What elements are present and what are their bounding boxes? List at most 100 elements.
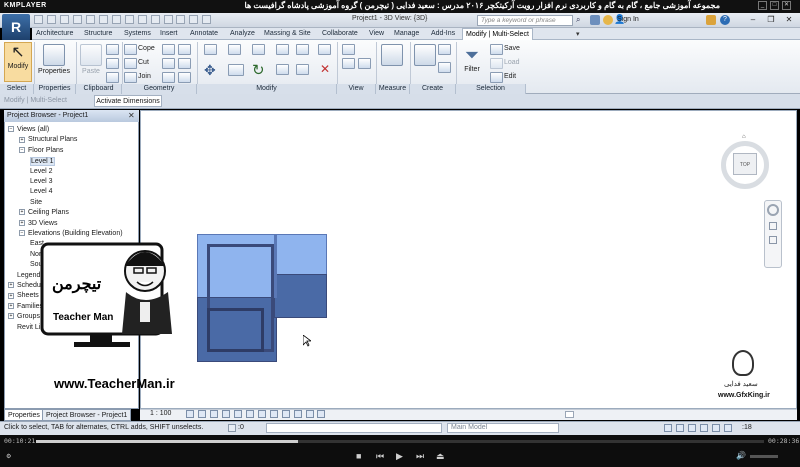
binoculars-icon[interactable]: ⌕ xyxy=(576,15,580,25)
player-prev-icon[interactable]: ⏮ xyxy=(376,451,384,462)
create-assembly-icon[interactable] xyxy=(438,44,451,55)
ribbon-minimize-icon[interactable]: ▾ xyxy=(576,30,580,38)
zoom-region-icon[interactable] xyxy=(769,236,777,244)
save-selection-label[interactable]: Save xyxy=(504,45,520,52)
move-icon[interactable]: ✥ xyxy=(204,62,216,79)
measure-icon[interactable] xyxy=(98,15,108,24)
cut-geometry-icon[interactable] xyxy=(124,58,137,69)
modify-button[interactable]: ↖ Modify xyxy=(4,42,32,82)
exchange-apps-icon[interactable] xyxy=(706,15,716,25)
expand-icon[interactable]: + xyxy=(8,302,14,309)
reveal-hidden-icon[interactable] xyxy=(269,410,278,418)
switch-windows-icon[interactable] xyxy=(202,15,212,24)
tab-view[interactable]: View xyxy=(369,28,384,40)
analytical-model-icon[interactable] xyxy=(293,410,302,418)
properties-button[interactable]: Properties xyxy=(38,44,70,75)
cut-clipboard-icon[interactable] xyxy=(106,44,119,55)
detail-level-icon[interactable] xyxy=(186,410,194,418)
save-icon[interactable] xyxy=(46,15,56,24)
cut-label[interactable]: Cut xyxy=(138,59,149,66)
demolish-icon[interactable] xyxy=(162,72,175,83)
select-links-icon[interactable] xyxy=(664,424,672,432)
search-input[interactable]: Type a keyword or phrase xyxy=(477,15,573,26)
text-icon[interactable] xyxy=(137,15,147,24)
measure-button[interactable] xyxy=(380,44,404,68)
expand-icon[interactable]: + xyxy=(19,136,25,143)
copy-clipboard-icon[interactable] xyxy=(106,58,119,69)
reveal-constraints-icon[interactable] xyxy=(317,410,326,418)
expand-icon[interactable]: + xyxy=(8,282,14,289)
tab-project-browser[interactable]: Project Browser - Project1 xyxy=(42,409,132,421)
tree-item[interactable]: + Structural Plans xyxy=(19,136,77,143)
shadows-icon[interactable] xyxy=(221,410,230,418)
offset-icon[interactable] xyxy=(228,44,241,55)
split-face-icon[interactable] xyxy=(178,44,191,55)
align-icon[interactable] xyxy=(204,44,217,55)
player-settings-icon[interactable]: ⚙ xyxy=(6,453,11,460)
join-icon[interactable] xyxy=(124,72,137,83)
communication-icon[interactable] xyxy=(603,15,613,25)
tab-manage[interactable]: Manage xyxy=(394,28,419,40)
sign-in-button[interactable]: Sign In xyxy=(617,16,639,23)
panel-select[interactable]: Select xyxy=(0,84,34,94)
paste-button[interactable]: Paste xyxy=(80,44,102,75)
load-selection-icon[interactable] xyxy=(490,58,503,69)
tree-item[interactable]: + Families xyxy=(8,303,43,310)
edit-selection-icon[interactable] xyxy=(490,72,503,83)
print-icon[interactable] xyxy=(85,15,95,24)
zoom-icon[interactable] xyxy=(769,222,777,230)
sun-path-icon[interactable] xyxy=(209,410,218,418)
3d-view-icon[interactable] xyxy=(150,15,160,24)
cope-icon[interactable] xyxy=(124,44,137,55)
collapse-icon[interactable]: − xyxy=(8,126,14,133)
player-close-icon[interactable]: ✕ xyxy=(782,1,791,10)
mirror-axis-icon[interactable] xyxy=(252,44,265,55)
expand-icon[interactable]: + xyxy=(8,313,14,320)
crop-view-icon[interactable] xyxy=(233,410,242,418)
tree-item[interactable]: Level 2 xyxy=(30,168,53,175)
visual-style-icon[interactable] xyxy=(197,410,206,418)
show-crop-icon[interactable] xyxy=(245,410,254,418)
tree-item[interactable]: Site xyxy=(30,199,42,206)
player-minimize-icon[interactable]: _ xyxy=(758,1,767,10)
player-play-icon[interactable]: ▶ xyxy=(396,451,403,462)
tab-add-ins[interactable]: Add-Ins xyxy=(431,28,455,40)
drag-elements-icon[interactable] xyxy=(711,424,720,432)
tree-item[interactable]: Level 1 xyxy=(30,157,55,167)
thin-lines-icon[interactable] xyxy=(176,15,186,24)
scrollbar-thumb[interactable] xyxy=(565,411,574,418)
worksets-icon[interactable] xyxy=(228,424,236,432)
filter-status-icon[interactable] xyxy=(723,424,732,432)
tab-systems[interactable]: Systems xyxy=(124,28,151,40)
tree-item[interactable]: Level 4 xyxy=(30,188,53,195)
wall-outline-bottom[interactable] xyxy=(207,308,264,352)
player-stop-icon[interactable]: ■ xyxy=(356,451,361,461)
tree-item[interactable]: − Floor Plans xyxy=(19,147,63,154)
help-icon[interactable]: ? xyxy=(720,15,730,25)
tab-architecture[interactable]: Architecture xyxy=(36,28,73,40)
view-scale[interactable]: 1 : 100 xyxy=(150,410,171,417)
active-workset-dropdown[interactable] xyxy=(266,423,442,433)
split-element-icon[interactable] xyxy=(276,44,289,55)
tab-collaborate[interactable]: Collaborate xyxy=(322,28,358,40)
wall-joins-icon[interactable] xyxy=(162,44,175,55)
pin-icon[interactable] xyxy=(318,44,331,55)
create-group-button[interactable] xyxy=(414,44,436,68)
selected-room-right[interactable] xyxy=(274,274,327,318)
copy-element-icon[interactable] xyxy=(228,64,244,76)
tree-item[interactable]: +3D Views xyxy=(19,220,57,227)
remove-paint-icon[interactable] xyxy=(178,58,191,69)
tree-item[interactable]: + Ceiling Plans xyxy=(19,209,69,216)
select-underlay-icon[interactable] xyxy=(675,424,684,432)
window-minimize-icon[interactable]: – xyxy=(744,14,762,26)
paint-icon[interactable] xyxy=(162,58,175,69)
delete-icon[interactable]: ✕ xyxy=(320,62,330,76)
join-label[interactable]: Join xyxy=(138,73,151,80)
dimension-icon[interactable] xyxy=(111,15,121,24)
player-next-icon[interactable]: ⏭ xyxy=(416,451,424,462)
section-icon[interactable] xyxy=(163,15,173,24)
create-parts-icon[interactable] xyxy=(438,62,451,73)
expand-icon[interactable]: + xyxy=(8,292,14,299)
load-selection-label[interactable]: Load xyxy=(504,59,520,66)
wall-divider[interactable] xyxy=(274,234,277,298)
